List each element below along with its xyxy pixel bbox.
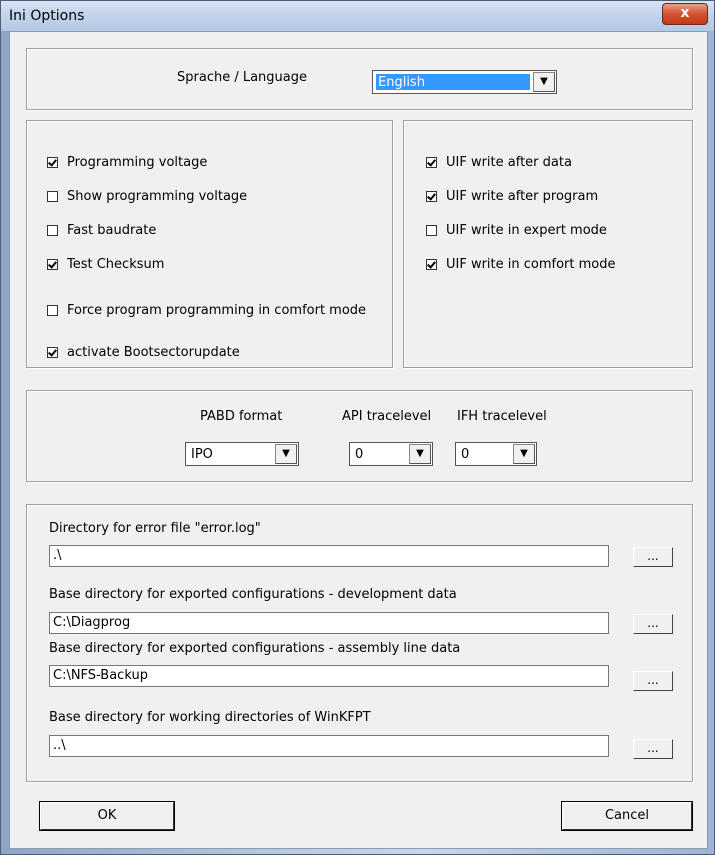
option-label: Show programming voltage xyxy=(67,189,248,204)
option-test-checksum[interactable]: Test Checksum xyxy=(47,257,164,272)
option-label: UIF write after data xyxy=(446,155,572,170)
option-label: UIF write in expert mode xyxy=(446,223,607,238)
checkbox[interactable] xyxy=(47,225,58,236)
option-force-program-comfort[interactable]: Force program programming in comfort mod… xyxy=(47,303,366,318)
pabd-format-select[interactable]: IPO ▼ xyxy=(185,442,299,466)
option-label: UIF write in comfort mode xyxy=(446,257,616,272)
api-tracelevel-value: 0 xyxy=(355,447,364,462)
option-programming-voltage[interactable]: Programming voltage xyxy=(47,155,207,170)
checkbox[interactable] xyxy=(426,157,437,168)
chevron-down-icon[interactable]: ▼ xyxy=(513,444,535,464)
dialog-client-area: Sprache / Language English ▼ Programming… xyxy=(9,31,708,849)
uif-options-group: UIF write after data UIF write after pro… xyxy=(403,120,693,368)
ifh-tracelevel-select[interactable]: 0 ▼ xyxy=(455,442,537,466)
development-dir-label: Base directory for exported configuratio… xyxy=(49,587,457,602)
assembly-dir-browse-button[interactable]: ... xyxy=(633,671,673,691)
winkfpt-dir-browse-button[interactable]: ... xyxy=(633,739,673,759)
ifh-tracelevel-value: 0 xyxy=(461,447,470,462)
chevron-down-icon[interactable]: ▼ xyxy=(275,444,297,464)
checkbox[interactable] xyxy=(426,259,437,270)
option-uif-comfort-mode[interactable]: UIF write in comfort mode xyxy=(426,257,616,272)
ifh-tracelevel-label: IFH tracelevel xyxy=(457,409,547,424)
development-dir-input[interactable]: C:\Diagprog xyxy=(49,612,609,634)
option-label: Test Checksum xyxy=(67,257,165,272)
window-title: Ini Options xyxy=(9,8,85,24)
trace-settings-group: PABD format API tracelevel IFH traceleve… xyxy=(26,390,693,482)
language-selected-value: English xyxy=(376,74,530,90)
ok-button[interactable]: OK xyxy=(39,801,175,831)
cancel-button[interactable]: Cancel xyxy=(561,801,693,831)
option-fast-baudrate[interactable]: Fast baudrate xyxy=(47,223,156,238)
title-bar[interactable]: Ini Options x xyxy=(1,1,714,31)
chevron-down-icon[interactable]: ▼ xyxy=(409,444,431,464)
option-uif-after-program[interactable]: UIF write after program xyxy=(426,189,598,204)
winkfpt-dir-input[interactable]: ..\ xyxy=(49,735,609,757)
option-activate-bootsectorupdate[interactable]: activate Bootsectorupdate xyxy=(47,345,240,360)
error-dir-label: Directory for error file "error.log" xyxy=(49,521,261,536)
checkbox[interactable] xyxy=(47,347,58,358)
language-select[interactable]: English ▼ xyxy=(372,70,557,94)
close-icon: x xyxy=(680,5,690,21)
option-label: Force program programming in comfort mod… xyxy=(67,303,367,318)
pabd-format-label: PABD format xyxy=(200,409,283,424)
assembly-dir-input[interactable]: C:\NFS-Backup xyxy=(49,665,609,687)
error-dir-browse-button[interactable]: ... xyxy=(633,547,673,567)
option-show-programming-voltage[interactable]: Show programming voltage xyxy=(47,189,247,204)
winkfpt-dir-label: Base directory for working directories o… xyxy=(49,710,371,725)
checkbox[interactable] xyxy=(47,259,58,270)
chevron-down-icon[interactable]: ▼ xyxy=(533,72,555,92)
api-tracelevel-label: API tracelevel xyxy=(342,409,432,424)
checkbox[interactable] xyxy=(426,191,437,202)
dialog-window: Ini Options x Sprache / Language English… xyxy=(0,0,715,855)
checkbox[interactable] xyxy=(47,157,58,168)
api-tracelevel-select[interactable]: 0 ▼ xyxy=(349,442,433,466)
option-label: Programming voltage xyxy=(67,155,208,170)
language-label: Sprache / Language xyxy=(177,70,307,85)
error-dir-input[interactable]: .\ xyxy=(49,545,609,567)
checkbox[interactable] xyxy=(47,191,58,202)
checkbox[interactable] xyxy=(426,225,437,236)
assembly-dir-label: Base directory for exported configuratio… xyxy=(49,641,461,656)
option-label: UIF write after program xyxy=(446,189,599,204)
option-uif-after-data[interactable]: UIF write after data xyxy=(426,155,572,170)
checkbox[interactable] xyxy=(47,305,58,316)
close-button[interactable]: x xyxy=(662,3,708,25)
development-dir-browse-button[interactable]: ... xyxy=(633,614,673,634)
option-uif-expert-mode[interactable]: UIF write in expert mode xyxy=(426,223,607,238)
programming-options-group: Programming voltage Show programming vol… xyxy=(26,120,393,368)
language-group: Sprache / Language English ▼ xyxy=(26,48,693,110)
option-label: activate Bootsectorupdate xyxy=(67,345,240,360)
directories-group: Directory for error file "error.log" .\ … xyxy=(26,504,693,782)
option-label: Fast baudrate xyxy=(67,223,157,238)
pabd-format-value: IPO xyxy=(191,447,213,462)
